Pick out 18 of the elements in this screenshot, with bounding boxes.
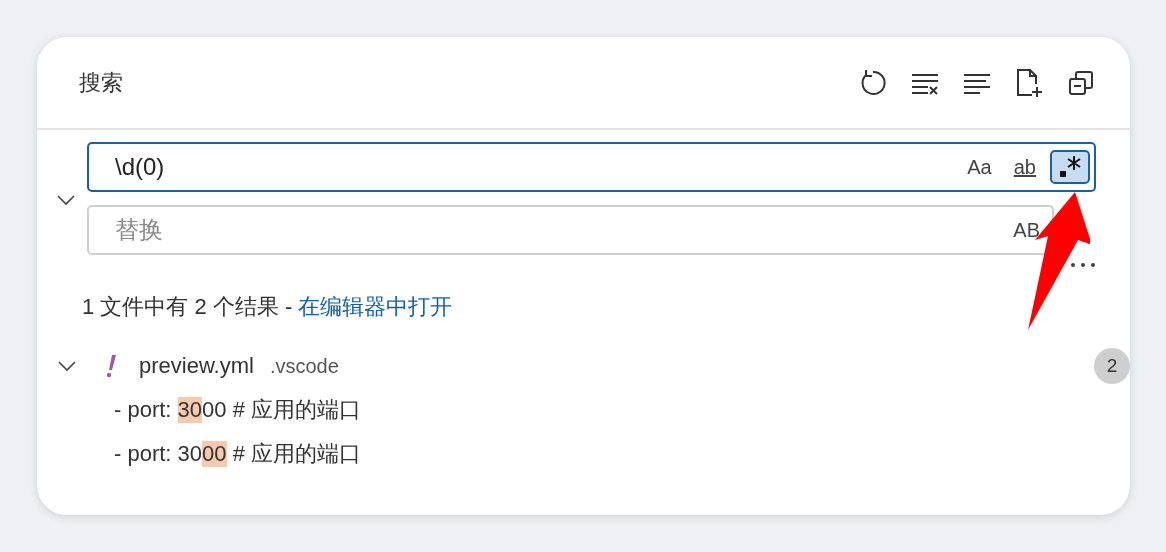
file-name[interactable]: preview.yml bbox=[139, 353, 254, 379]
replace-field[interactable]: 替换 AB bbox=[87, 205, 1054, 255]
match-line[interactable]: - port: 3000 # 应用的端口 bbox=[114, 432, 1130, 476]
match-case-toggle[interactable]: Aa bbox=[959, 150, 1000, 184]
file-chevron-icon[interactable] bbox=[57, 360, 77, 372]
search-field[interactable]: \d(0) Aa ab bbox=[87, 142, 1096, 192]
results-summary: 1 文件中有 2 个结果 - 在编辑器中打开 bbox=[82, 293, 454, 321]
match-line[interactable]: - port: 3000 # 应用的端口 bbox=[114, 388, 1130, 432]
more-icon[interactable] bbox=[1070, 262, 1096, 268]
folder-name: .vscode bbox=[269, 354, 340, 378]
regex-toggle[interactable] bbox=[1050, 150, 1090, 184]
regex-icon bbox=[1058, 154, 1082, 180]
expand-chevron-icon[interactable] bbox=[56, 194, 76, 206]
panel-title: 搜索 bbox=[79, 68, 124, 97]
match-count: 2 bbox=[1094, 348, 1130, 384]
open-in-editor-link[interactable]: 在编辑器中打开 bbox=[298, 294, 453, 319]
whole-word-toggle[interactable]: ab bbox=[1005, 150, 1044, 184]
new-file-icon[interactable] bbox=[1014, 67, 1044, 98]
